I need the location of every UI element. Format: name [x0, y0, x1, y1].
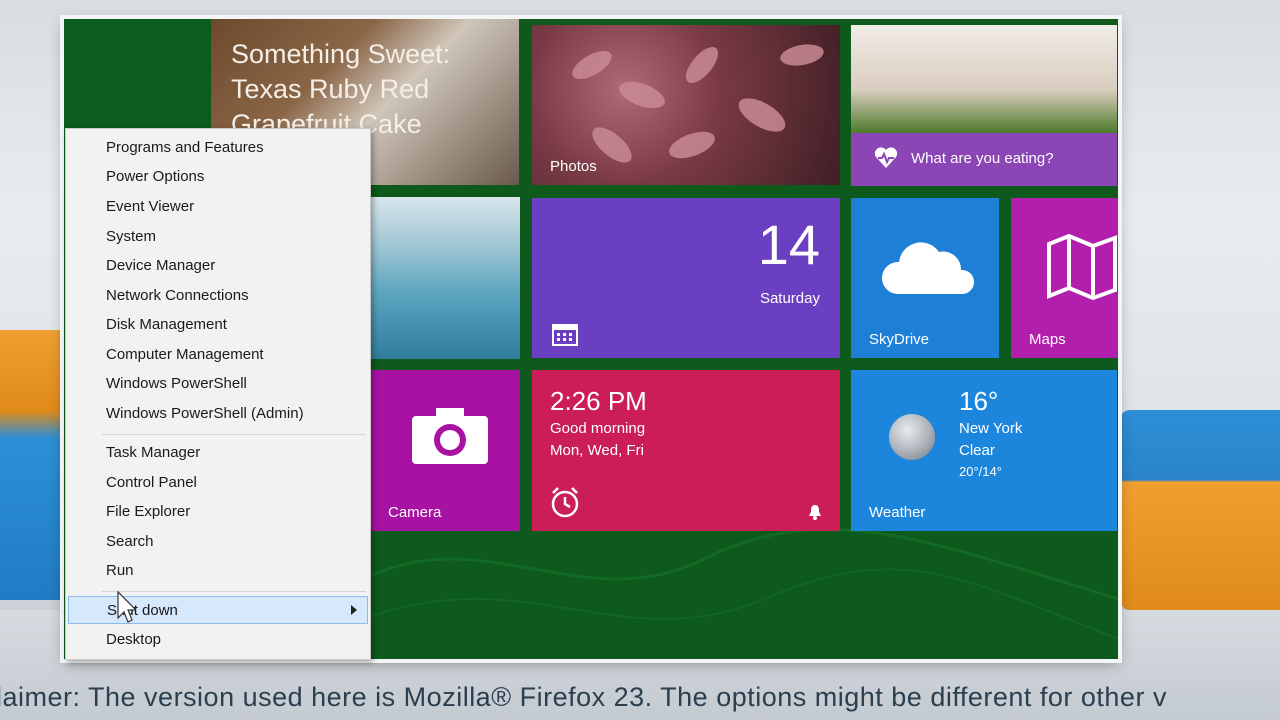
menu-item-task-manager[interactable]: Task Manager: [68, 439, 368, 467]
menu-item-run[interactable]: Run: [68, 557, 368, 585]
tile-maps[interactable]: Maps: [1011, 198, 1118, 358]
news-headline: Something Sweet: Texas Ruby Red Grapefru…: [231, 39, 451, 139]
menu-item-computer-management[interactable]: Computer Management: [68, 341, 368, 369]
calendar-day-number: 14: [757, 213, 820, 276]
menu-item-device-manager[interactable]: Device Manager: [68, 252, 368, 280]
bell-icon: [809, 505, 821, 520]
alarm-name: Good morning: [550, 420, 646, 437]
weather-range: 20°/14°: [959, 464, 1002, 479]
menu-item-programs-and-features[interactable]: Programs and Features: [68, 134, 368, 162]
photos-label: Photos: [550, 158, 597, 175]
heart-pulse-icon: [874, 147, 898, 168]
quick-link-menu: Programs and Features Power Options Even…: [65, 128, 371, 660]
weather-temperature: 16°: [959, 386, 999, 416]
menu-item-disk-management[interactable]: Disk Management: [68, 311, 368, 339]
tile-health[interactable]: What are you eating?: [851, 25, 1117, 186]
menu-item-windows-powershell[interactable]: Windows PowerShell: [68, 370, 368, 398]
calendar-day-name: Saturday: [759, 290, 820, 307]
alarm-days: Mon, Wed, Fri: [550, 442, 644, 459]
weather-city: New York: [959, 420, 1023, 437]
tile-skydrive[interactable]: SkyDrive: [851, 198, 999, 358]
weather-condition: Clear: [959, 442, 995, 459]
tile-alarms[interactable]: 2:26 PM Good morning Mon, Wed, Fri: [532, 370, 840, 531]
camera-label: Camera: [388, 504, 442, 521]
menu-item-event-viewer[interactable]: Event Viewer: [68, 193, 368, 221]
alarm-clock-icon: [551, 487, 579, 518]
health-photo: [851, 25, 1117, 133]
menu-item-desktop[interactable]: Desktop: [68, 626, 368, 654]
camera-icon: [412, 408, 488, 464]
menu-item-search[interactable]: Search: [68, 528, 368, 556]
submenu-arrow-icon: [351, 605, 357, 615]
cloud-icon: [881, 242, 975, 294]
health-bar: What are you eating?: [851, 133, 1117, 186]
mouse-pointer-icon: [117, 590, 136, 623]
menu-item-windows-powershell-admin[interactable]: Windows PowerShell (Admin): [68, 400, 368, 428]
menu-item-system[interactable]: System: [68, 223, 368, 251]
tile-camera[interactable]: Camera: [370, 370, 520, 531]
tile-weather[interactable]: 16° New York Clear 20°/14° Weather: [851, 370, 1117, 531]
moon-icon: [889, 414, 935, 460]
disclaimer-caption: claimer: The version used here is Mozill…: [0, 682, 1167, 712]
skydrive-label: SkyDrive: [869, 331, 930, 348]
alarm-time: 2:26 PM: [550, 386, 647, 416]
menu-item-network-connections[interactable]: Network Connections: [68, 282, 368, 310]
health-label: What are you eating?: [911, 150, 1054, 167]
menu-item-control-panel[interactable]: Control Panel: [68, 469, 368, 497]
maps-label: Maps: [1029, 331, 1066, 348]
menu-item-power-options[interactable]: Power Options: [68, 163, 368, 191]
tile-travel[interactable]: [370, 197, 520, 359]
background-sofa-right: [1120, 410, 1280, 610]
calendar-icon: [552, 324, 578, 346]
background-sofa-left: [0, 330, 70, 600]
weather-label: Weather: [869, 504, 926, 521]
menu-separator: [102, 591, 366, 592]
map-icon: [1047, 234, 1117, 300]
menu-separator: [102, 434, 366, 435]
tile-calendar[interactable]: 14 Saturday: [532, 198, 840, 358]
tile-photos[interactable]: Photos: [532, 25, 840, 185]
menu-item-shut-down[interactable]: Shut down: [68, 596, 368, 624]
menu-item-file-explorer[interactable]: File Explorer: [68, 498, 368, 526]
